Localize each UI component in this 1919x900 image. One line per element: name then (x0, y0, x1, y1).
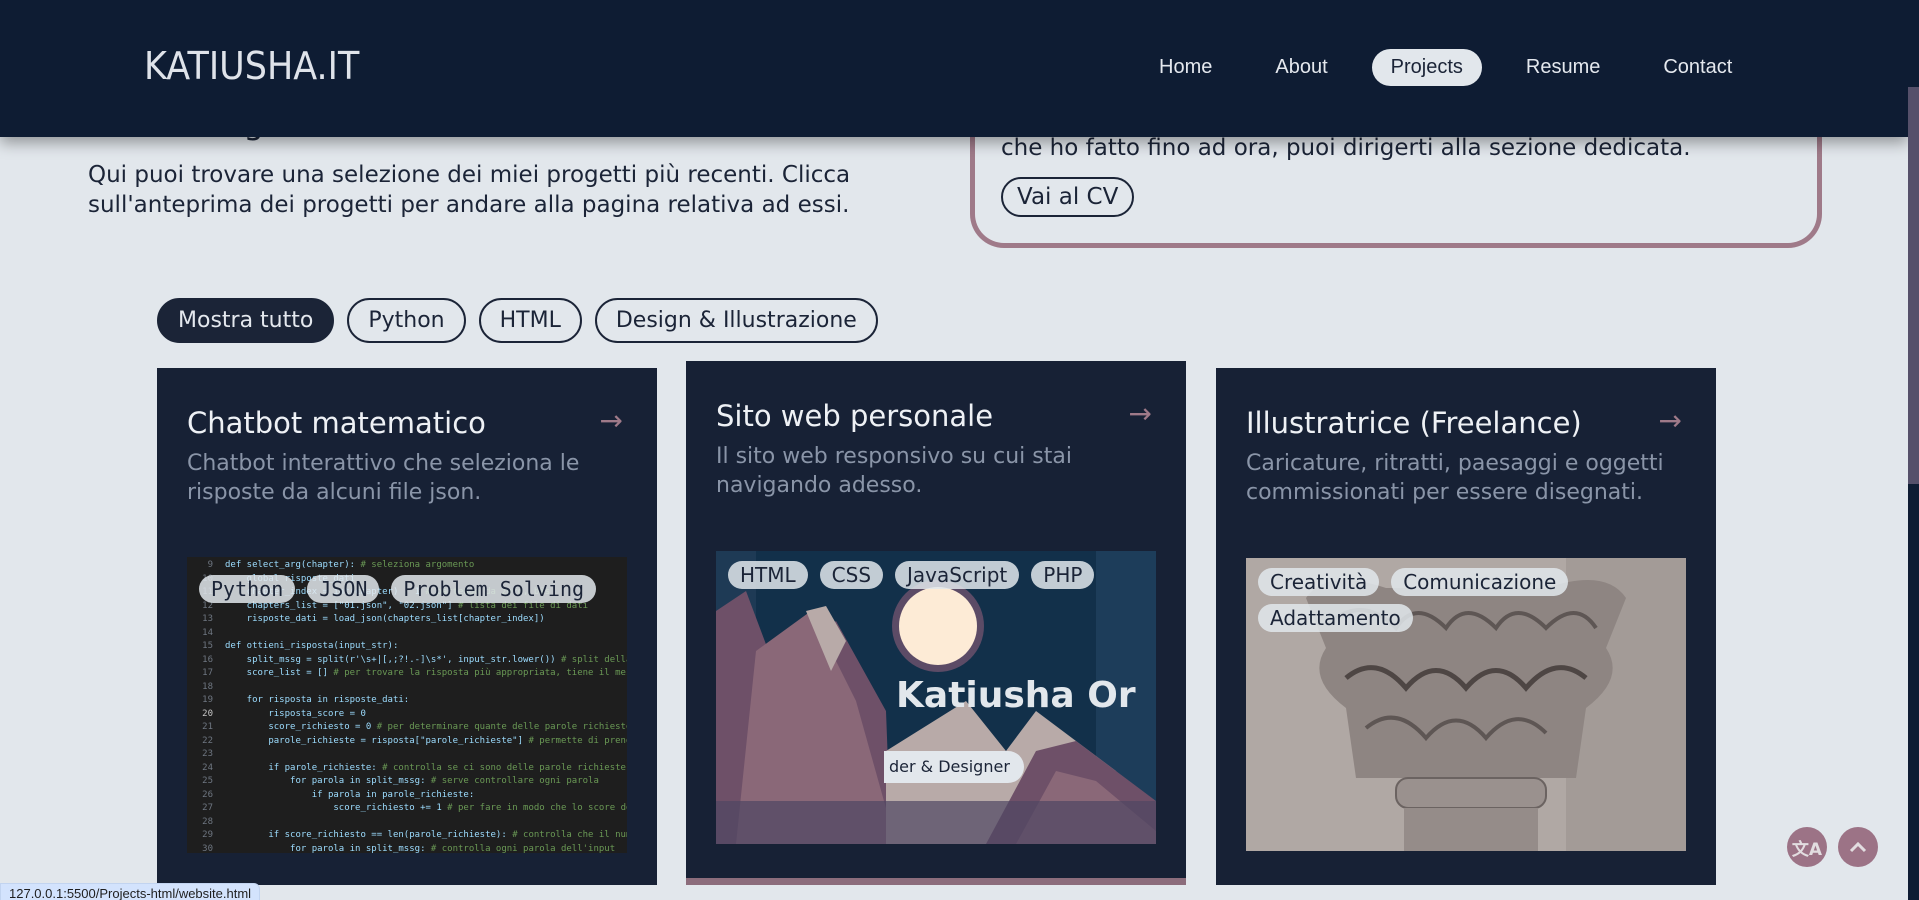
code-line: 20 risposta_score = 0 (202, 708, 366, 719)
project-card-illustration[interactable]: Illustratrice (Freelance) → Caricature, … (1216, 368, 1716, 885)
project-tags: Creatività Comunicazione Adattamento (1258, 568, 1638, 640)
project-description: Chatbot interattivo che seleziona le ris… (187, 451, 580, 505)
project-description: Caricature, ritratti, paesaggi e oggetti… (1246, 451, 1664, 505)
filter-design[interactable]: Design & Illustrazione (594, 298, 878, 343)
tag: Creatività (1258, 568, 1380, 596)
go-to-cv-button[interactable]: Vai al CV (1001, 177, 1135, 217)
code-line: 24 if parole_richieste: # controlla se c… (202, 762, 626, 773)
code-line: 23 (202, 749, 213, 759)
code-line: 15 def ottieni_risposta(input_str): (202, 641, 399, 651)
code-line: 13 risposte_dati = load_json(chapters_li… (202, 614, 545, 624)
arrow-right-icon[interactable]: → (1129, 397, 1152, 430)
nav-resume[interactable]: Resume (1507, 49, 1619, 86)
tag: Problem Solving (391, 575, 597, 603)
code-line: 19 for risposta in risposte_dati: (202, 695, 410, 705)
nav-home[interactable]: Home (1140, 49, 1231, 86)
tag: HTML (728, 561, 808, 589)
code-line: 28 (202, 816, 213, 827)
main-nav: Home About Projects Resume Contact (1140, 49, 1776, 86)
browser-status-url: 127.0.0.1:5500/Projects-html/website.htm… (0, 883, 261, 900)
code-line: 22 parole_richieste = risposta["parole_r… (202, 735, 627, 746)
project-title: Sito web personale (716, 399, 994, 433)
preview-name-text: Katiusha Or (896, 675, 1136, 716)
scrollbar-thumb[interactable] (1908, 87, 1919, 484)
back-to-top-button[interactable] (1838, 827, 1878, 867)
intro-text: Qui puoi trovare una selezione dei miei … (88, 162, 851, 218)
cv-callout-text: che ho fatto fino ad ora, puoi dirigerti… (1001, 135, 1691, 161)
code-line: 16 split_mssg = split(r'\s+|[,;?!.-]\s*'… (202, 654, 627, 665)
code-line: 17 score_list = [] # per trovare la risp… (202, 668, 627, 678)
project-tags: Python JSON Problem Solving (199, 575, 619, 611)
code-line: 27 score_richiesto += 1 # per fare in mo… (202, 803, 627, 813)
project-card-chatbot[interactable]: Chatbot matematico → Chatbot interattivo… (157, 368, 657, 885)
code-line: 9 def select_arg(chapter): # seleziona ar… (207, 560, 475, 570)
tag: PHP (1031, 561, 1095, 589)
code-line: 30 for parola in split_mssg: # controlla… (202, 843, 616, 854)
tag: JavaScript (895, 561, 1020, 589)
code-line: 21 score_richiesto = 0 # per determinare… (202, 722, 627, 732)
project-description: Il sito web responsivo su cui stai navig… (716, 444, 1072, 498)
translate-button[interactable]: 文A (1787, 827, 1827, 867)
filter-html[interactable]: HTML (478, 298, 582, 343)
project-filters: Mostra tutto Python HTML Design & Illust… (157, 298, 891, 343)
nav-about[interactable]: About (1256, 49, 1346, 86)
preview-subtitle-text: der & Designer (884, 751, 1024, 783)
project-title: Chatbot matematico (187, 406, 486, 440)
filter-show-all[interactable]: Mostra tutto (157, 298, 335, 343)
filter-python[interactable]: Python (347, 298, 466, 343)
tag: Python (199, 575, 296, 603)
project-preview-code: Python JSON Problem Solving 9 def select_… (187, 557, 627, 853)
arrow-right-icon[interactable]: → (600, 404, 623, 437)
tag: Comunicazione (1391, 568, 1569, 596)
project-tags: HTML CSS JavaScript PHP (728, 561, 1148, 597)
code-line: 25 for parola in split_mssg: # serve con… (202, 776, 599, 786)
code-line: 29 if score_richiesto == len(parole_rich… (202, 830, 627, 840)
project-card-website[interactable]: Sito web personale → Il sito web respons… (686, 361, 1186, 885)
code-line: 14 (202, 627, 213, 638)
code-line: 26 if parola in parole_richieste: (202, 789, 475, 800)
translate-icon: 文A (1791, 839, 1823, 860)
project-preview-pixel-art: HTML CSS JavaScript PHP Katiusha Or der … (716, 551, 1156, 844)
code-line: 18 (202, 681, 213, 692)
site-header: KATIUSHA.IT Home About Projects Resume C… (0, 0, 1908, 137)
tag: CSS (819, 561, 884, 589)
tag: Adattamento (1258, 604, 1413, 632)
nav-projects[interactable]: Projects (1371, 49, 1482, 86)
tag: JSON (307, 575, 380, 603)
arrow-right-icon[interactable]: → (1659, 404, 1682, 437)
nav-contact[interactable]: Contact (1644, 49, 1751, 86)
project-preview-sketch: Creatività Comunicazione Adattamento (1246, 558, 1686, 851)
chevron-up-icon (1849, 841, 1867, 853)
project-title: Illustratrice (Freelance) (1246, 406, 1582, 440)
site-logo[interactable]: KATIUSHA.IT (144, 44, 359, 88)
